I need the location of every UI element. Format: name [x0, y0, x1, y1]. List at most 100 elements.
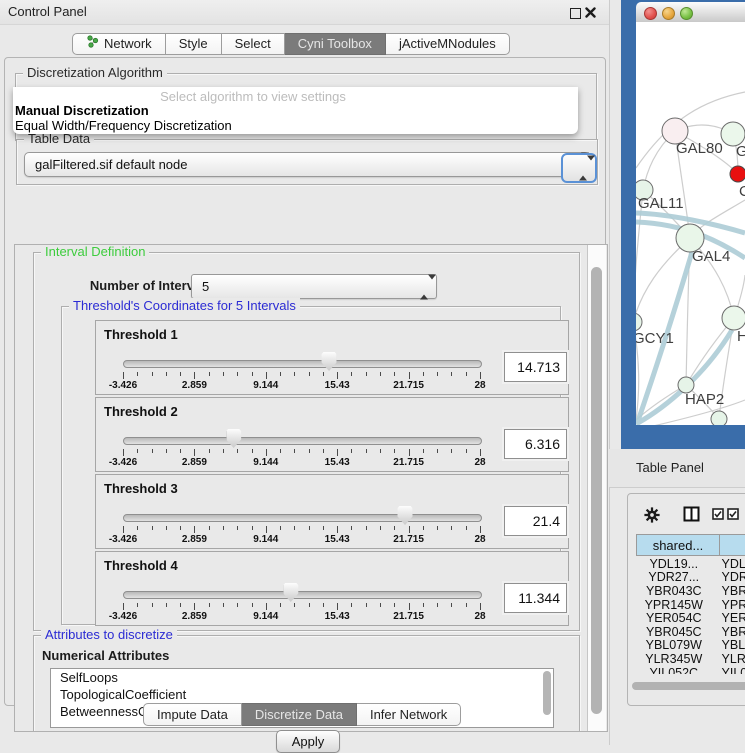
split-columns-icon[interactable]	[683, 506, 700, 525]
column-header-shared-name[interactable]: shared...	[636, 534, 719, 556]
list-item[interactable]: TopologicalCoefficient	[51, 686, 553, 703]
cell[interactable]: YBR0	[712, 625, 745, 639]
slider-thumb[interactable]	[398, 506, 413, 525]
cell[interactable]: YDR2	[712, 570, 745, 584]
table-row[interactable]: YPR145WYPR1	[636, 598, 745, 612]
cell[interactable]: YER054C	[636, 611, 712, 625]
slider-track[interactable]	[123, 437, 482, 445]
node-partial-bottom[interactable]	[711, 411, 727, 425]
minimize-traffic-icon[interactable]	[662, 7, 675, 20]
tick-label: 9.144	[253, 457, 278, 468]
tick-mark	[466, 603, 467, 607]
tick-mark	[309, 449, 310, 453]
slider-thumb[interactable]	[322, 352, 337, 371]
slider-track[interactable]	[123, 591, 482, 599]
tick-mark	[152, 372, 153, 376]
cell[interactable]: YPR145W	[636, 598, 712, 612]
cell[interactable]: YDR27...	[636, 570, 712, 584]
gear-icon[interactable]	[644, 507, 660, 526]
tick-mark	[237, 372, 238, 376]
list-item[interactable]: SelfLoops	[51, 669, 553, 686]
table-row[interactable]: YDL19...YDL1	[636, 557, 745, 571]
table-row[interactable]: YBR045CYBR0	[636, 625, 745, 639]
number-of-intervals-combo[interactable]: 5	[191, 274, 437, 299]
apply-button[interactable]: Apply	[276, 730, 340, 753]
table-row[interactable]: YER054CYER0	[636, 611, 745, 625]
cell[interactable]: YDL19...	[636, 557, 712, 571]
table-data-combo[interactable]: galFiltered.sif default node	[24, 152, 590, 177]
cell[interactable]: YER0	[712, 611, 745, 625]
tab-jactivemnodules-label: jActiveMNodules	[399, 34, 496, 54]
node-h[interactable]	[722, 306, 745, 330]
tab-impute-data[interactable]: Impute Data	[143, 703, 242, 726]
table-horizontal-scrollbar[interactable]	[632, 682, 745, 690]
slider-thumb[interactable]	[226, 429, 241, 448]
tick-mark	[252, 603, 253, 607]
cell[interactable]: YLR3	[712, 652, 745, 666]
cell[interactable]: YBR0	[712, 584, 745, 598]
tab-style[interactable]: Style	[166, 33, 222, 55]
table-row[interactable]: YBR043CYBR0	[636, 584, 745, 598]
threshold-3-value-field[interactable]: 21.4	[504, 506, 567, 536]
table-row[interactable]: YIL052CYIL0	[636, 666, 745, 674]
cell[interactable]: YIL052C	[636, 666, 712, 674]
threshold-3-label: Threshold 3	[104, 481, 178, 496]
cell[interactable]: YBR043C	[636, 584, 712, 598]
tab-select[interactable]: Select	[222, 33, 285, 55]
checkbox-icon[interactable]	[712, 508, 724, 523]
tick-label: 9.144	[253, 611, 278, 622]
menu-item-equal-width-frequency[interactable]: Equal Width/Frequency Discretization	[15, 118, 232, 133]
algorithm-combo[interactable]	[561, 153, 597, 183]
slider-thumb[interactable]	[283, 583, 298, 602]
threshold-4-value-field[interactable]: 11.344	[504, 583, 567, 613]
float-window-icon[interactable]	[570, 8, 581, 19]
tab-cyni-toolbox[interactable]: Cyni Toolbox	[285, 33, 386, 55]
settings-scrollbar[interactable]	[587, 245, 606, 731]
tick-mark	[380, 449, 381, 453]
checkbox-icon[interactable]	[727, 508, 739, 523]
cell[interactable]: YBL0	[712, 638, 745, 652]
cell[interactable]: YPR1	[712, 598, 745, 612]
scrollbar-thumb[interactable]	[591, 267, 602, 714]
tick-mark	[137, 526, 138, 530]
cell[interactable]: YIL0	[712, 666, 745, 674]
network-window-titlebar[interactable]	[636, 2, 745, 23]
slider-track[interactable]	[123, 514, 482, 522]
tab-discretize-data[interactable]: Discretize Data	[242, 703, 357, 726]
table-row[interactable]: YDR27...YDR2	[636, 571, 745, 585]
cell[interactable]: YLR345W	[636, 652, 712, 666]
tick-mark	[194, 449, 195, 456]
tab-network-label: Network	[104, 34, 152, 54]
table-data-combo-value: galFiltered.sif default node	[35, 153, 187, 176]
zoom-traffic-icon[interactable]	[680, 7, 693, 20]
threshold-1-value-field[interactable]: 14.713	[504, 352, 567, 382]
tab-infer-network[interactable]: Infer Network	[357, 703, 461, 726]
discretization-algorithm-group-title: Discretization Algorithm	[23, 65, 167, 80]
cell[interactable]: YBL079W	[636, 638, 712, 652]
tab-network[interactable]: Network	[72, 33, 166, 55]
list-scrollbar[interactable]	[543, 671, 551, 715]
tick-mark	[380, 526, 381, 530]
table-row[interactable]: YBL079WYBL0	[636, 639, 745, 653]
tick-mark	[423, 603, 424, 607]
slider-track[interactable]	[123, 360, 482, 368]
cyni-toolbox-content: Discretization Algorithm Table Data galF…	[4, 57, 606, 706]
menu-item-manual-discretization[interactable]: Manual Discretization	[15, 103, 149, 118]
cell[interactable]: YBR045C	[636, 625, 712, 639]
tick-label: 2.859	[182, 457, 207, 468]
tick-mark	[409, 449, 410, 456]
threshold-1-slider: -3.4262.8599.14415.4321.71528	[123, 351, 480, 391]
tab-jactivemnodules[interactable]: jActiveMNodules	[386, 33, 510, 55]
tick-mark	[266, 603, 267, 610]
close-traffic-icon[interactable]	[644, 7, 657, 20]
tick-mark	[309, 603, 310, 607]
network-canvas[interactable]: GAL80 GA C GAL11 GAL4 GCY1 H HAP2	[636, 22, 745, 425]
node-gcy1[interactable]	[636, 313, 642, 331]
cell[interactable]: YDL1	[712, 557, 745, 571]
tick-mark	[152, 449, 153, 453]
column-header-name[interactable]: na	[719, 534, 745, 556]
close-icon[interactable]	[585, 7, 596, 18]
table-row[interactable]: YLR345WYLR3	[636, 652, 745, 666]
threshold-2-value-field[interactable]: 6.316	[504, 429, 567, 459]
node-red-selected[interactable]	[730, 166, 745, 182]
